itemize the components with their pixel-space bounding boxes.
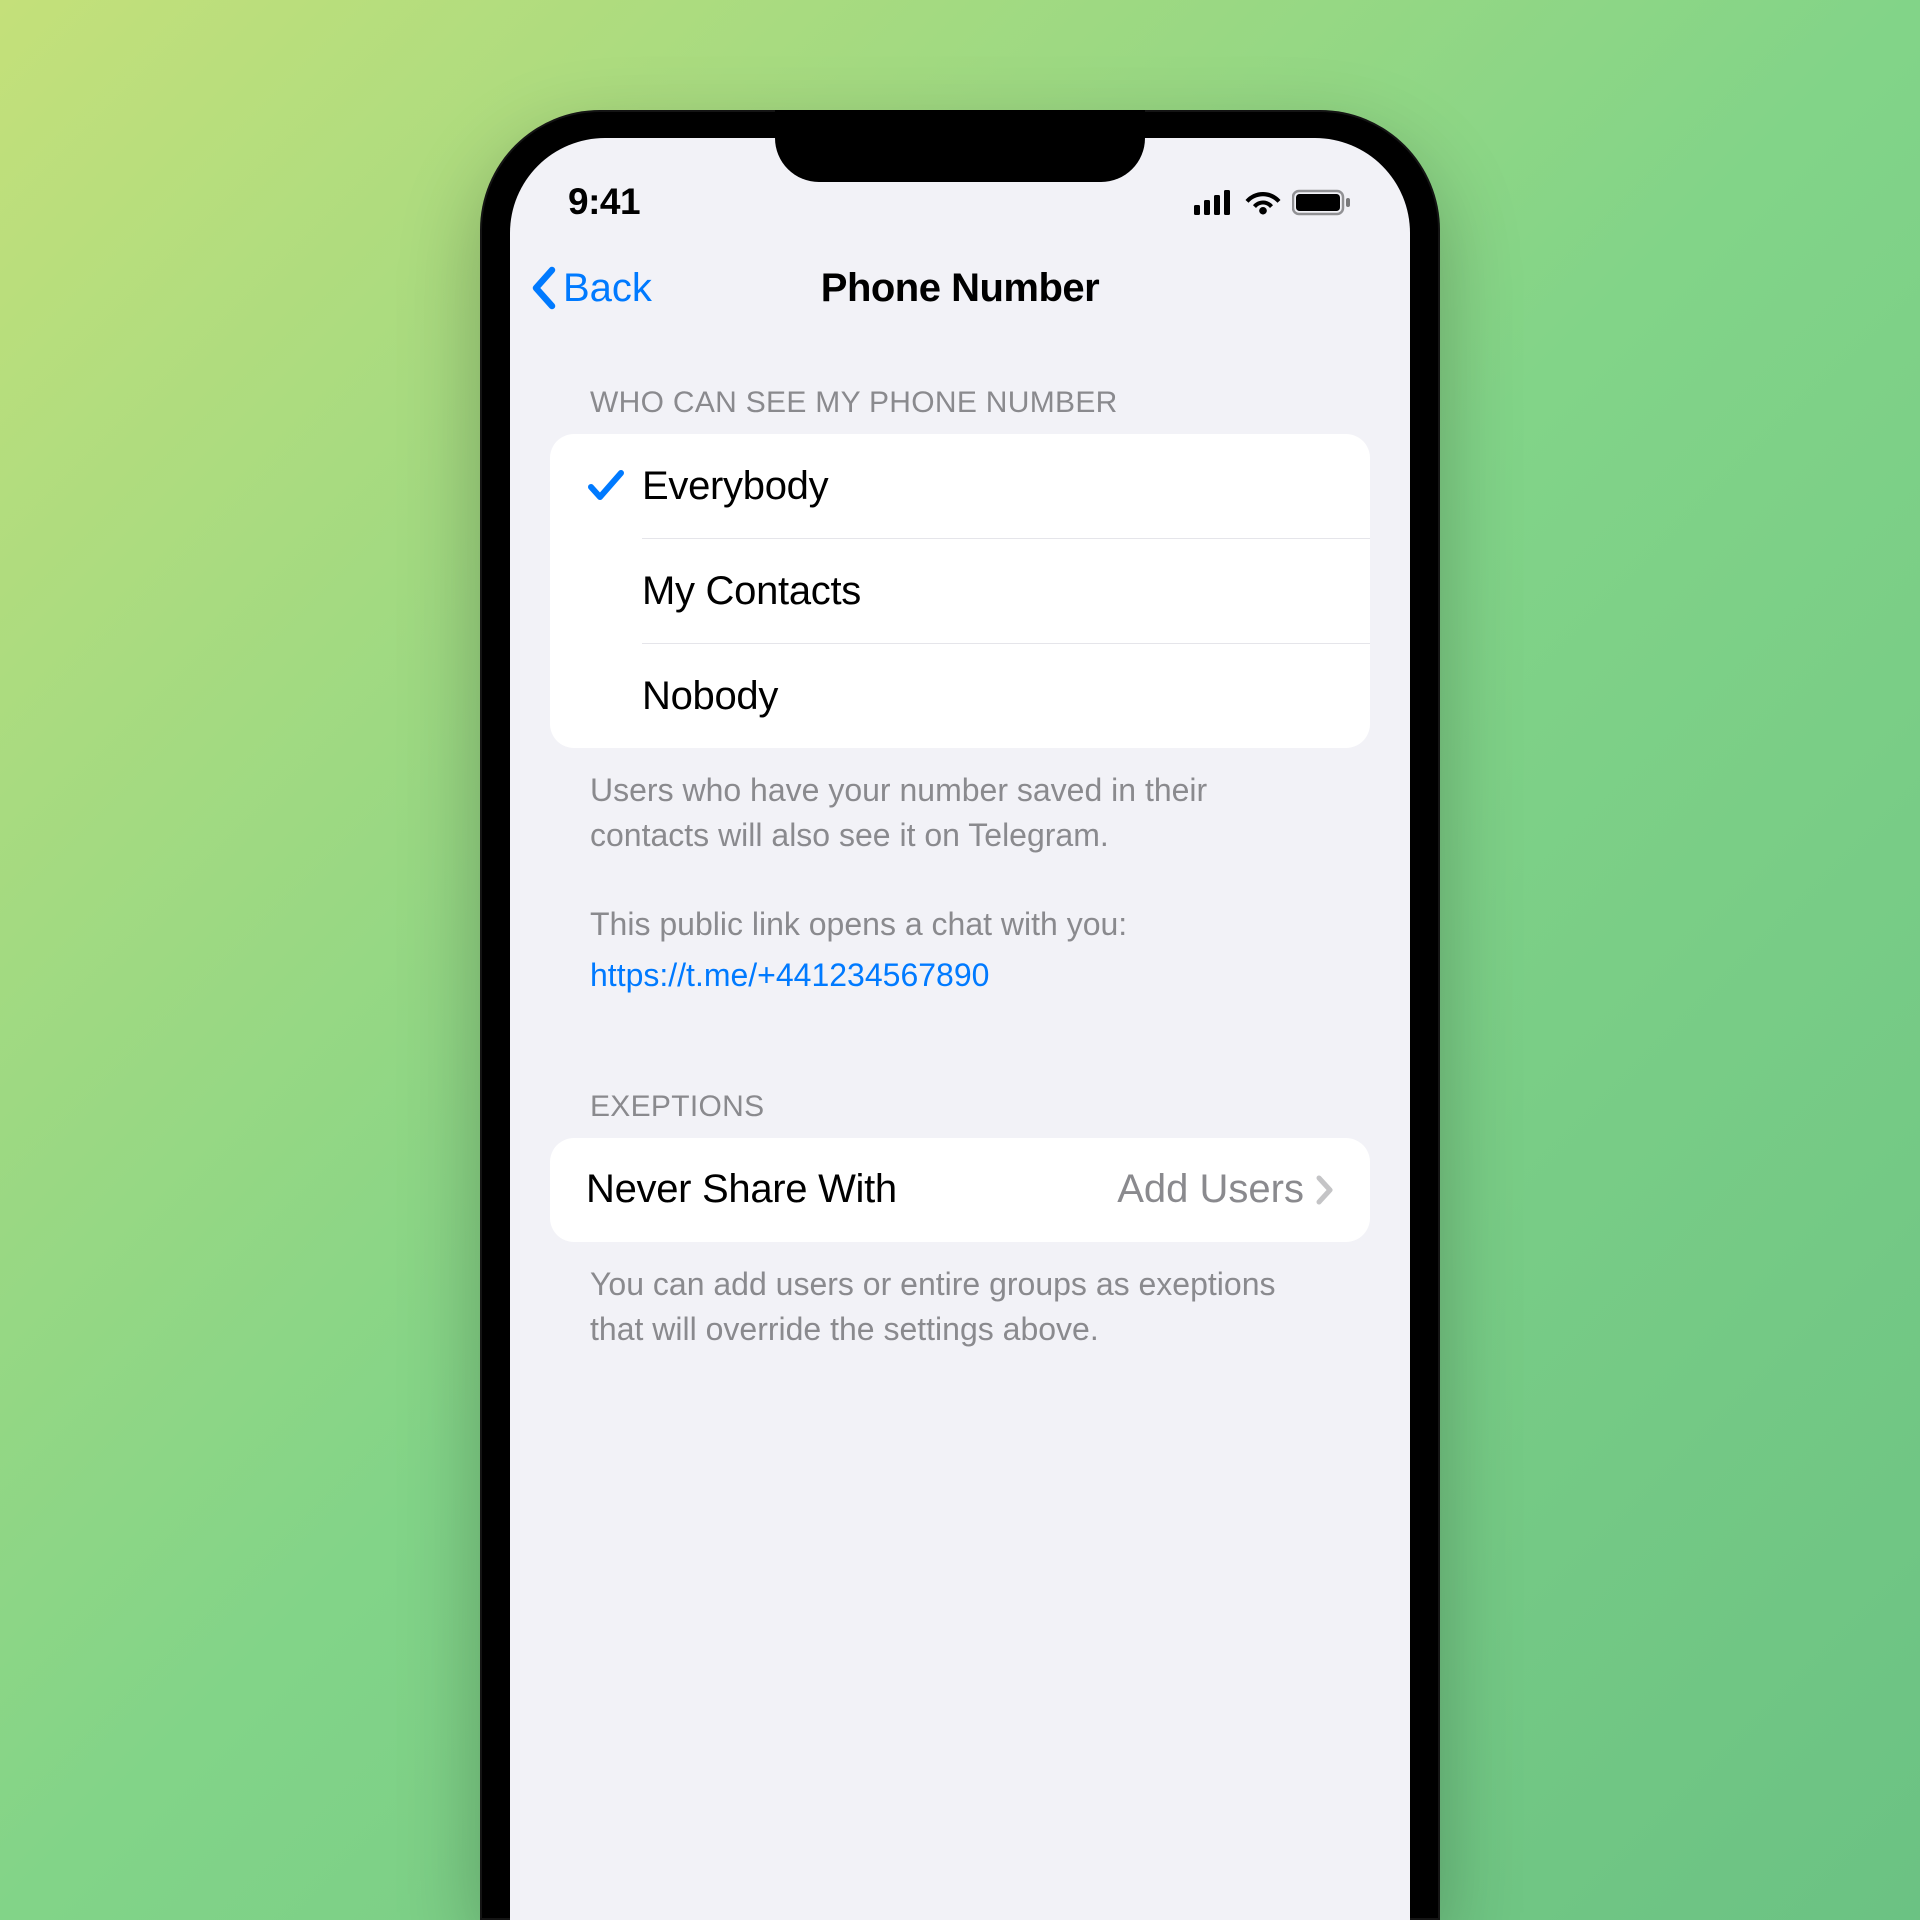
section-header-visibility: WHO CAN SEE MY PHONE NUMBER <box>550 338 1370 434</box>
notch <box>775 110 1145 182</box>
status-time: 9:41 <box>568 181 640 223</box>
option-label: Nobody <box>642 674 778 719</box>
option-label: Everybody <box>642 464 828 509</box>
footer-text-line2: This public link opens a chat with you: <box>590 906 1127 942</box>
chevron-right-icon <box>1316 1175 1334 1205</box>
option-everybody[interactable]: Everybody <box>550 434 1370 538</box>
footer-text-line1: Users who have your number saved in thei… <box>590 772 1207 853</box>
phone-frame: 9:41 <box>480 110 1440 1920</box>
back-button[interactable]: Back <box>530 266 652 311</box>
option-nobody[interactable]: Nobody <box>550 644 1370 748</box>
status-icons <box>1194 189 1352 216</box>
content: WHO CAN SEE MY PHONE NUMBER Everybody <box>510 338 1410 1352</box>
exceptions-footer-text: You can add users or entire groups as ex… <box>590 1266 1275 1347</box>
page-title: Phone Number <box>821 266 1099 311</box>
battery-icon <box>1292 189 1352 216</box>
visibility-options-group: Everybody My Contacts Nobody <box>550 434 1370 748</box>
cellular-signal-icon <box>1194 189 1234 215</box>
navigation-bar: Back Phone Number <box>510 238 1410 338</box>
screen: 9:41 <box>510 138 1410 1920</box>
exceptions-group: Never Share With Add Users <box>550 1138 1370 1242</box>
exceptions-footer: You can add users or entire groups as ex… <box>550 1242 1370 1352</box>
never-share-detail: Add Users <box>1117 1167 1304 1212</box>
back-label: Back <box>563 266 652 311</box>
wifi-icon <box>1244 189 1282 216</box>
section-header-exceptions: EXEPTIONS <box>550 1042 1370 1138</box>
never-share-with-row[interactable]: Never Share With Add Users <box>550 1138 1370 1242</box>
checkmark-icon <box>586 468 626 504</box>
never-share-label: Never Share With <box>586 1167 897 1212</box>
public-link[interactable]: https://t.me/+441234567890 <box>590 953 989 998</box>
visibility-footer: Users who have your number saved in thei… <box>550 748 1370 998</box>
chevron-left-icon <box>530 266 558 310</box>
option-label: My Contacts <box>642 569 861 614</box>
option-my-contacts[interactable]: My Contacts <box>550 539 1370 643</box>
